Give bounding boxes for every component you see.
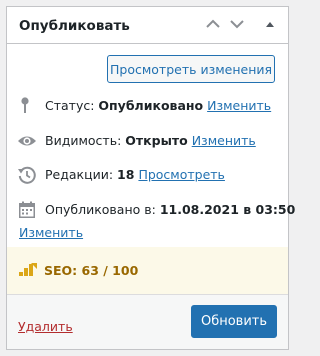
status-value: Опубликовано [98, 98, 204, 113]
published-edit-link[interactable]: Изменить [19, 225, 83, 240]
move-down-icon[interactable] [226, 13, 248, 35]
panel-title: Опубликовать [19, 18, 130, 34]
status-edit-link[interactable]: Изменить [207, 98, 271, 113]
eye-icon [17, 131, 37, 151]
move-up-icon[interactable] [202, 13, 224, 35]
revisions-label: Редакции: [45, 167, 114, 182]
calendar-icon [17, 200, 37, 220]
visibility-label: Видимость: [45, 133, 122, 148]
pin-icon [17, 96, 37, 116]
delete-link[interactable]: Удалить [18, 319, 73, 334]
seo-score-icon [18, 260, 38, 281]
panel-footer: Удалить Обновить [7, 294, 288, 349]
revisions-count: 18 [117, 167, 135, 182]
seo-score-row: SEO: 63 / 100 [7, 247, 288, 294]
visibility-value: Открыто [125, 133, 188, 148]
revisions-browse-link[interactable]: Просмотреть [138, 167, 225, 182]
preview-changes-button[interactable]: Просмотреть изменения [107, 55, 275, 83]
visibility-edit-link[interactable]: Изменить [192, 133, 256, 148]
history-icon [17, 165, 37, 185]
collapse-toggle-icon[interactable] [259, 13, 281, 35]
status-label: Статус: [45, 98, 95, 113]
published-label: Опубликовано в: [45, 202, 156, 217]
update-button[interactable]: Обновить [191, 305, 277, 338]
panel-header: Опубликовать [7, 7, 288, 44]
publish-panel: Опубликовать Просмотреть изменения Стату… [6, 6, 295, 350]
published-value: 11.08.2021 в 03:50 [159, 202, 296, 217]
seo-score-text: SEO: 63 / 100 [44, 263, 139, 278]
